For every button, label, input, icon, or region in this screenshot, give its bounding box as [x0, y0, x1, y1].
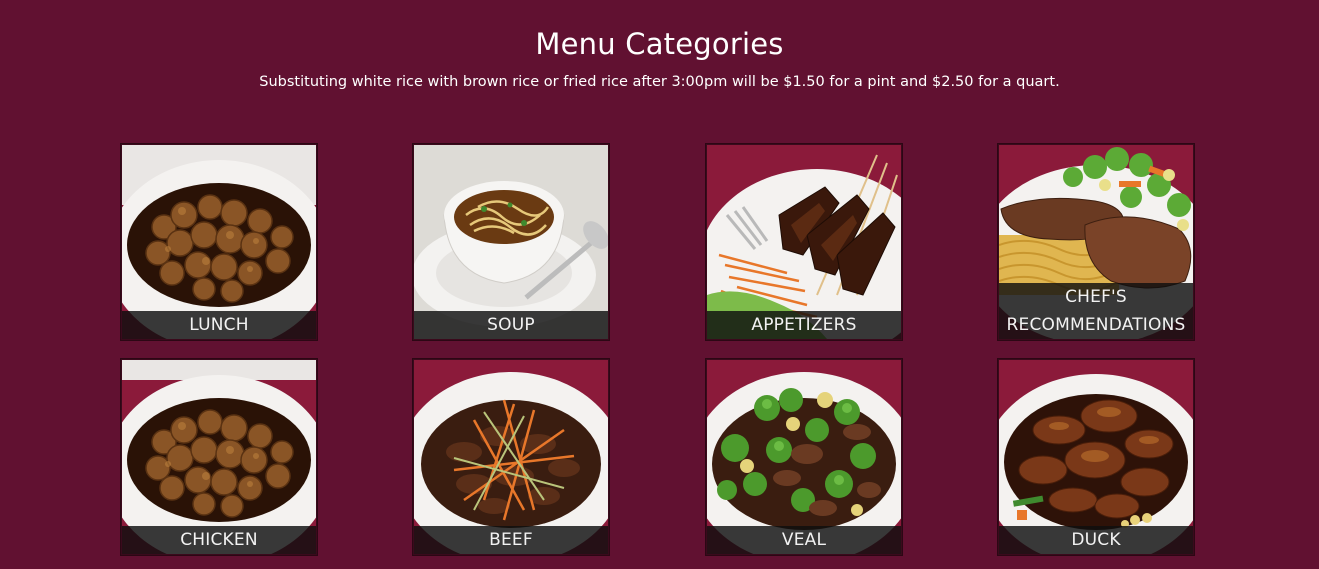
orange-chicken-photo: [122, 145, 316, 339]
category-label: BEEF: [414, 526, 608, 554]
beef-skewers-photo: [707, 145, 901, 339]
category-label: DUCK: [999, 526, 1193, 554]
category-label: APPETIZERS: [707, 311, 901, 339]
shredded-beef-photo: [414, 360, 608, 554]
orange-chicken-photo: [122, 360, 316, 554]
veal-broccoli-photo: [707, 360, 901, 554]
noodle-soup-photo: [414, 145, 608, 339]
roast-duck-photo: [999, 360, 1193, 554]
category-tile-soup[interactable]: SOUP: [412, 143, 610, 341]
category-label: VEAL: [707, 526, 901, 554]
category-tile-duck[interactable]: DUCK: [997, 358, 1195, 556]
category-label: LUNCH: [122, 311, 316, 339]
category-tile-beef[interactable]: BEEF: [412, 358, 610, 556]
category-tile-veal[interactable]: VEAL: [705, 358, 903, 556]
category-label: CHEF'S RECOMMENDATIONS: [999, 283, 1193, 339]
category-tile-chefs-recommendations[interactable]: CHEF'S RECOMMENDATIONS: [997, 143, 1195, 341]
category-tile-lunch[interactable]: LUNCH: [120, 143, 318, 341]
category-tile-chicken[interactable]: CHICKEN: [120, 358, 318, 556]
category-label: CHICKEN: [122, 526, 316, 554]
menu-category-grid: LUNCH SOUP APPETIZERS CHEF'S RECOMMENDAT…: [0, 0, 1319, 569]
category-tile-appetizers[interactable]: APPETIZERS: [705, 143, 903, 341]
category-label: SOUP: [414, 311, 608, 339]
